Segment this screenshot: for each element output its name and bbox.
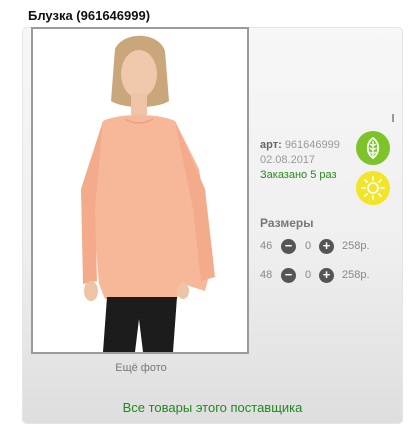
size-price: 258р. — [342, 269, 370, 281]
size-value: 48 — [260, 269, 273, 281]
sizes-header: Размеры — [260, 216, 314, 230]
supplier-products-link[interactable]: Все товары этого поставщика — [22, 400, 403, 415]
sun-badge — [356, 171, 390, 205]
product-photo[interactable] — [31, 27, 249, 354]
product-info: арт: 961646999 02.08.2017 Заказано 5 раз — [260, 138, 340, 183]
leaf-icon — [366, 136, 380, 160]
size-value: 46 — [260, 240, 273, 252]
article-value: 961646999 — [284, 139, 340, 151]
more-photos-link[interactable]: Ещё фото — [31, 362, 251, 374]
quantity-value: 0 — [305, 269, 312, 281]
leaf-badge — [356, 131, 390, 165]
product-date: 02.08.2017 — [260, 154, 316, 166]
increase-quantity-button[interactable]: + — [319, 239, 334, 254]
product-photo-image — [33, 29, 247, 352]
increase-quantity-button[interactable]: + — [319, 268, 334, 283]
decrease-quantity-button[interactable]: − — [281, 239, 296, 254]
edge-mark — [392, 114, 394, 122]
size-price: 258р. — [342, 240, 370, 252]
sun-icon — [361, 176, 385, 200]
ordered-count: Заказано 5 раз — [260, 169, 337, 181]
product-title: Блузка (961646999) — [28, 8, 151, 23]
decrease-quantity-button[interactable]: − — [281, 268, 296, 283]
article-label: арт: — [260, 139, 282, 151]
quantity-value: 0 — [305, 240, 312, 252]
